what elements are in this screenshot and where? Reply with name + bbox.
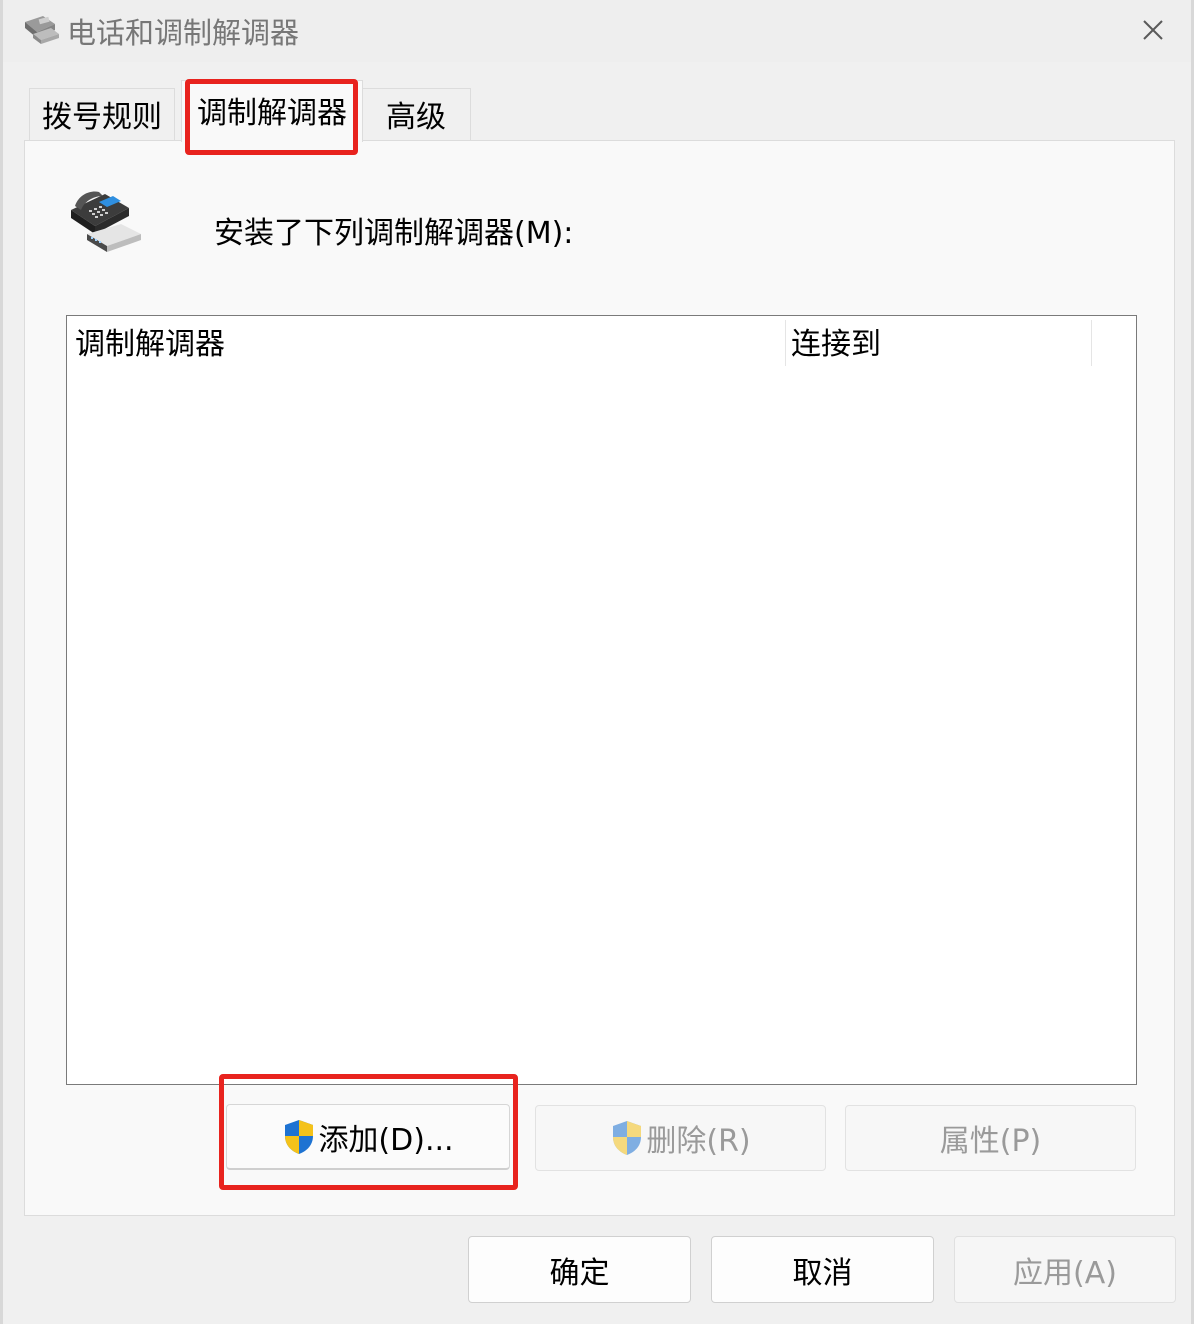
tab-label: 调制解调器 bbox=[197, 96, 347, 131]
remove-button[interactable]: 删除(R) bbox=[535, 1105, 826, 1171]
properties-button[interactable]: 属性(P) bbox=[845, 1105, 1136, 1171]
add-button[interactable]: 添加(D)... bbox=[226, 1104, 510, 1170]
uac-shield-icon bbox=[285, 1119, 314, 1154]
ok-button[interactable]: 确定 bbox=[468, 1236, 691, 1303]
column-header-attached-to[interactable]: 连接到 bbox=[783, 316, 1091, 366]
column-header-label: 连接到 bbox=[791, 327, 881, 362]
title-bar: 电话和调制解调器 bbox=[3, 0, 1194, 62]
cancel-button-label: 取消 bbox=[792, 1255, 853, 1291]
cancel-button[interactable]: 取消 bbox=[711, 1236, 934, 1303]
properties-button-label: 属性(P) bbox=[939, 1124, 1042, 1159]
add-button-label: 添加(D)... bbox=[318, 1122, 454, 1158]
tab-advanced[interactable]: 高级 bbox=[361, 88, 471, 140]
installed-modems-label: 安装了下列调制解调器(M): bbox=[214, 216, 574, 251]
tab-label: 拨号规则 bbox=[42, 100, 162, 135]
column-header-label: 调制解调器 bbox=[75, 327, 225, 362]
tab-modems[interactable]: 调制解调器 bbox=[181, 80, 363, 142]
window-title: 电话和调制解调器 bbox=[67, 16, 300, 50]
column-divider[interactable] bbox=[1091, 320, 1092, 366]
column-header-modem[interactable]: 调制解调器 bbox=[67, 316, 785, 366]
dialog-window: 电话和调制解调器 拨号规则 调制解调器 高级 安装了下列调制解调器(M): 调制… bbox=[0, 0, 1194, 1324]
modem-list[interactable]: 调制解调器 连接到 bbox=[66, 315, 1137, 1085]
close-button[interactable] bbox=[1131, 10, 1175, 50]
apply-button-label: 应用(A) bbox=[1013, 1255, 1117, 1291]
phone-modem-icon bbox=[71, 191, 141, 252]
ok-button-label: 确定 bbox=[549, 1255, 610, 1291]
apply-button[interactable]: 应用(A) bbox=[954, 1236, 1176, 1303]
remove-button-label: 删除(R) bbox=[646, 1124, 751, 1159]
tab-label: 高级 bbox=[386, 100, 446, 135]
tab-dialing-rules[interactable]: 拨号规则 bbox=[29, 88, 175, 140]
phone-modem-icon bbox=[25, 16, 59, 44]
uac-shield-icon bbox=[613, 1121, 642, 1155]
close-icon bbox=[1143, 20, 1163, 40]
